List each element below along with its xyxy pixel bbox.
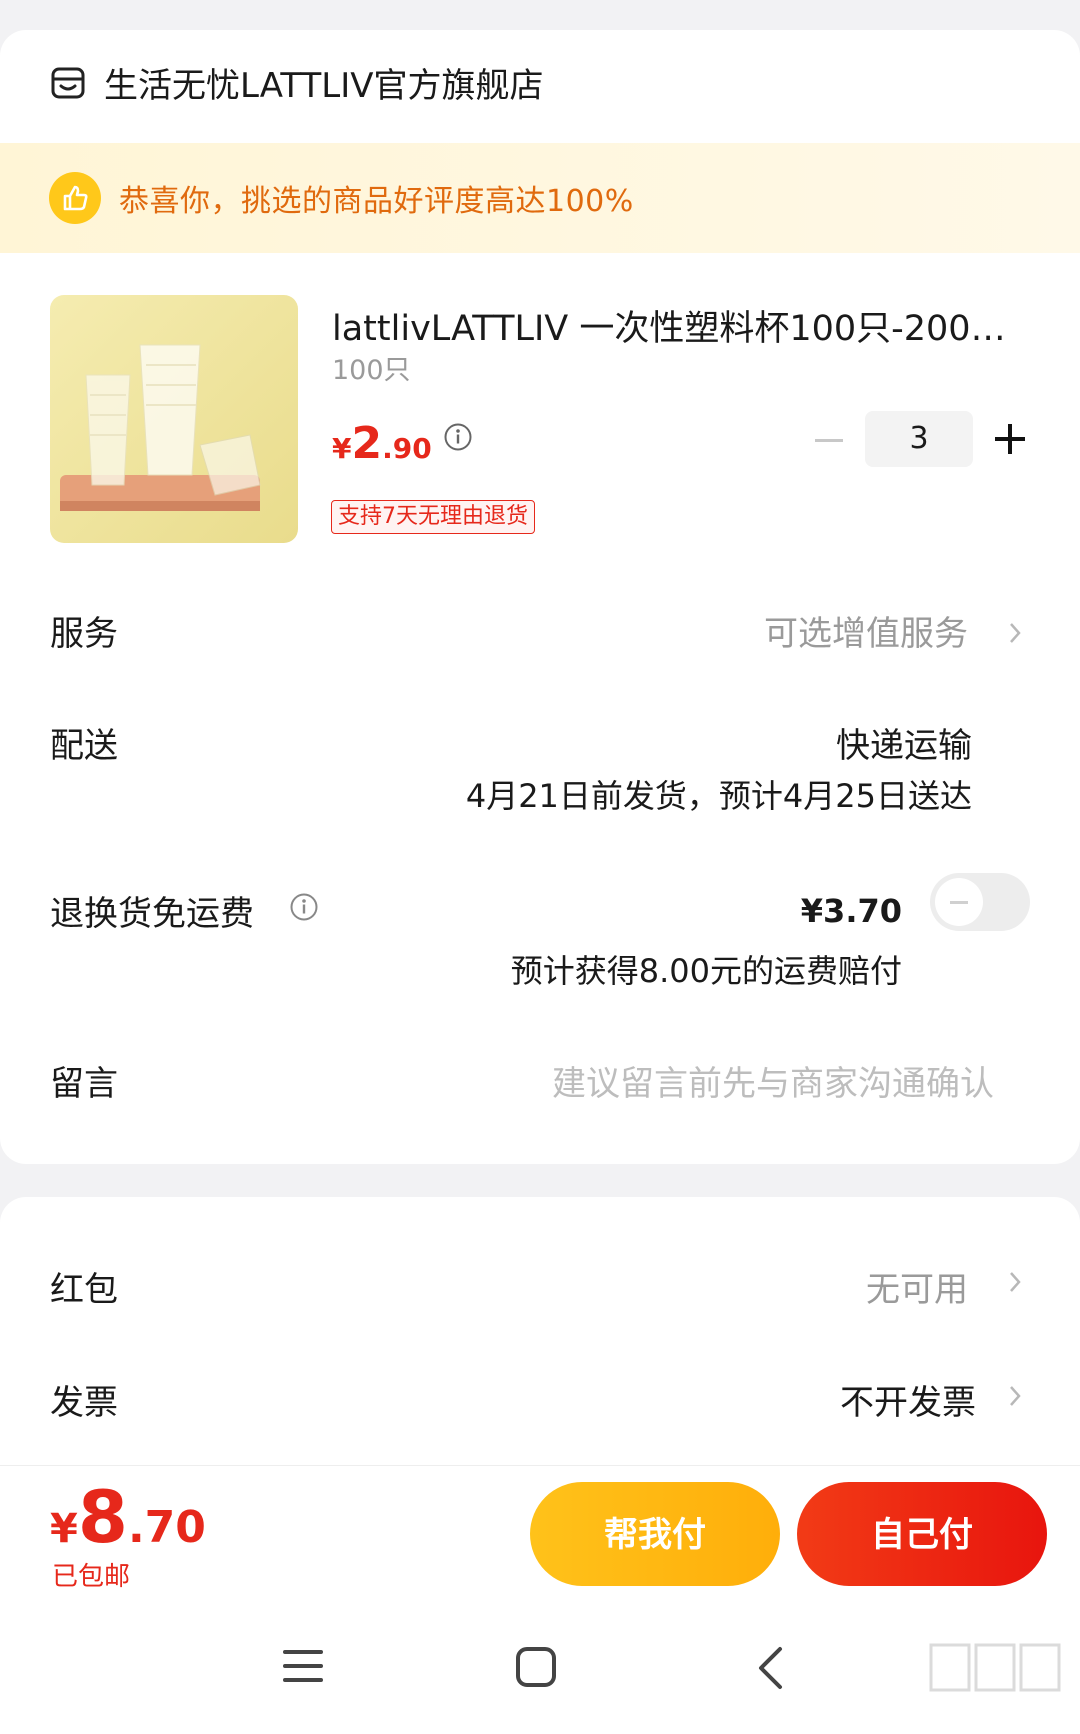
red-packet-value[interactable]: 无可用: [866, 1262, 968, 1311]
total-decimal: .70: [127, 1502, 206, 1553]
total-price: ¥ 8 .70: [50, 1475, 206, 1559]
return-shipping-price: ¥3.70: [800, 892, 902, 930]
back-icon[interactable]: [755, 1646, 785, 1690]
store-name: 生活无忧LATTLIV官方旗舰店: [104, 66, 544, 106]
praise-text: 恭喜你，挑选的商品好评度高达100%: [119, 184, 634, 219]
invoice-value[interactable]: 不开发票: [840, 1375, 976, 1424]
decrease-quantity-button[interactable]: [813, 425, 845, 455]
total-currency: ¥: [50, 1506, 78, 1552]
toggle-knob: [935, 878, 983, 926]
store-icon: [51, 67, 85, 98]
increase-quantity-button[interactable]: [995, 424, 1025, 454]
return-policy-badge: 支持7天无理由退货: [331, 500, 535, 534]
home-icon[interactable]: [515, 1646, 557, 1688]
service-label: 服务: [50, 614, 118, 654]
unit-price: ¥ 2 .90: [332, 418, 432, 469]
chevron-right-icon[interactable]: [1008, 1384, 1022, 1408]
chevron-right-icon[interactable]: [1008, 1270, 1022, 1294]
red-packet-label: 红包: [50, 1270, 118, 1310]
payment-card: [0, 1197, 1080, 1465]
price-decimal: .90: [382, 432, 432, 465]
chevron-right-icon[interactable]: [1008, 621, 1022, 645]
message-label: 留言: [50, 1064, 118, 1104]
product-image[interactable]: [50, 295, 298, 543]
menu-icon[interactable]: [283, 1648, 323, 1684]
store-header[interactable]: 生活无忧LATTLIV官方旗舰店: [50, 58, 544, 107]
quantity-input[interactable]: 3: [865, 411, 973, 467]
thumbs-up-icon: [49, 172, 101, 224]
message-input[interactable]: 建议留言前先与商家沟通确认: [552, 1056, 994, 1105]
price-info-icon[interactable]: [443, 422, 473, 452]
price-currency: ¥: [332, 432, 352, 465]
service-value[interactable]: 可选增值服务: [764, 606, 968, 655]
product-spec[interactable]: 100只: [332, 348, 411, 387]
free-shipping-label: 已包邮: [52, 1562, 131, 1592]
return-shipping-info-icon[interactable]: [289, 892, 319, 922]
return-shipping-label: 退换货免运费: [50, 894, 254, 934]
help-pay-button[interactable]: 帮我付: [530, 1482, 780, 1586]
watermark-logo: [929, 1643, 1061, 1692]
delivery-method: 快递运输: [836, 726, 972, 766]
invoice-label: 发票: [50, 1383, 118, 1423]
delivery-label: 配送: [50, 726, 118, 766]
delivery-eta: 4月21日前发货，预计4月25日送达: [465, 777, 972, 815]
praise-banner: 恭喜你，挑选的商品好评度高达100%: [0, 143, 1080, 253]
return-shipping-toggle[interactable]: [930, 873, 1030, 931]
price-integer: 2: [351, 418, 383, 469]
return-shipping-note: 预计获得8.00元的运费赔付: [510, 952, 902, 990]
total-integer: 8: [77, 1475, 128, 1559]
product-title[interactable]: lattlivLATTLIV 一次性塑料杯100只-200m...: [332, 300, 1032, 351]
self-pay-button[interactable]: 自己付: [797, 1482, 1047, 1586]
